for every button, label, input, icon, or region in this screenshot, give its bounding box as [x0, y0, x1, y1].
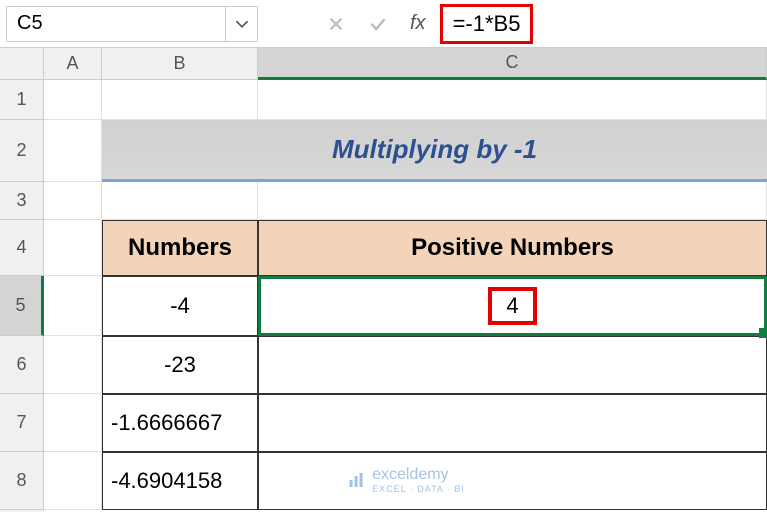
cell-c8[interactable] — [258, 452, 767, 510]
cells-area: Multiplying by -1 Numbers Positive Numbe… — [44, 80, 767, 512]
row-header-8[interactable]: 8 — [0, 452, 44, 510]
cell-b5[interactable]: -4 — [102, 276, 258, 336]
cell-a1[interactable] — [44, 80, 102, 120]
cell-c6[interactable] — [258, 336, 767, 394]
cell-a8[interactable] — [44, 452, 102, 510]
check-icon — [368, 14, 388, 34]
result-highlight: 4 — [488, 287, 536, 325]
cell-c1[interactable] — [258, 80, 767, 120]
cell-b1[interactable] — [102, 80, 258, 120]
cancel-button[interactable] — [318, 6, 354, 42]
row-header-3[interactable]: 3 — [0, 182, 44, 220]
cell-b3[interactable] — [102, 182, 258, 220]
row-header-6[interactable]: 6 — [0, 336, 44, 394]
row-header-4[interactable]: 4 — [0, 220, 44, 276]
header-positive[interactable]: Positive Numbers — [258, 220, 767, 276]
cell-a6[interactable] — [44, 336, 102, 394]
col-header-b[interactable]: B — [102, 48, 258, 80]
cell-c5[interactable]: 4 — [258, 276, 767, 336]
cell-a2[interactable] — [44, 120, 102, 182]
row-header-2[interactable]: 2 — [0, 120, 44, 182]
chevron-down-icon — [235, 17, 249, 31]
col-header-c[interactable]: C — [258, 48, 767, 80]
row-header-7[interactable]: 7 — [0, 394, 44, 452]
cell-a4[interactable] — [44, 220, 102, 276]
col-header-a[interactable]: A — [44, 48, 102, 80]
fx-label[interactable]: fx — [410, 12, 426, 35]
title-cell[interactable]: Multiplying by -1 — [102, 120, 767, 182]
cell-c7[interactable] — [258, 394, 767, 452]
formula-bar: C5 fx =-1*B5 — [0, 0, 767, 48]
row-header-5[interactable]: 5 — [0, 276, 44, 336]
cell-a3[interactable] — [44, 182, 102, 220]
row-headers: 1 2 3 4 5 6 7 8 — [0, 80, 44, 512]
row-header-1[interactable]: 1 — [0, 80, 44, 120]
cell-b8[interactable]: -4.6904158 — [102, 452, 258, 510]
name-box[interactable]: C5 — [6, 6, 226, 42]
cell-b6[interactable]: -23 — [102, 336, 258, 394]
select-all-corner[interactable] — [0, 48, 44, 80]
cell-c3[interactable] — [258, 182, 767, 220]
name-box-dropdown[interactable] — [226, 6, 258, 42]
formula-input[interactable]: =-1*B5 — [440, 4, 534, 44]
cell-a7[interactable] — [44, 394, 102, 452]
formula-controls: fx =-1*B5 — [318, 4, 533, 44]
cell-b7[interactable]: -1.6666667 — [102, 394, 258, 452]
x-icon — [327, 15, 345, 33]
header-numbers[interactable]: Numbers — [102, 220, 258, 276]
fill-handle[interactable] — [759, 328, 767, 338]
spreadsheet-grid: A B C 1 2 3 4 5 6 7 8 — [0, 48, 767, 512]
cell-a5[interactable] — [44, 276, 102, 336]
confirm-button[interactable] — [360, 6, 396, 42]
